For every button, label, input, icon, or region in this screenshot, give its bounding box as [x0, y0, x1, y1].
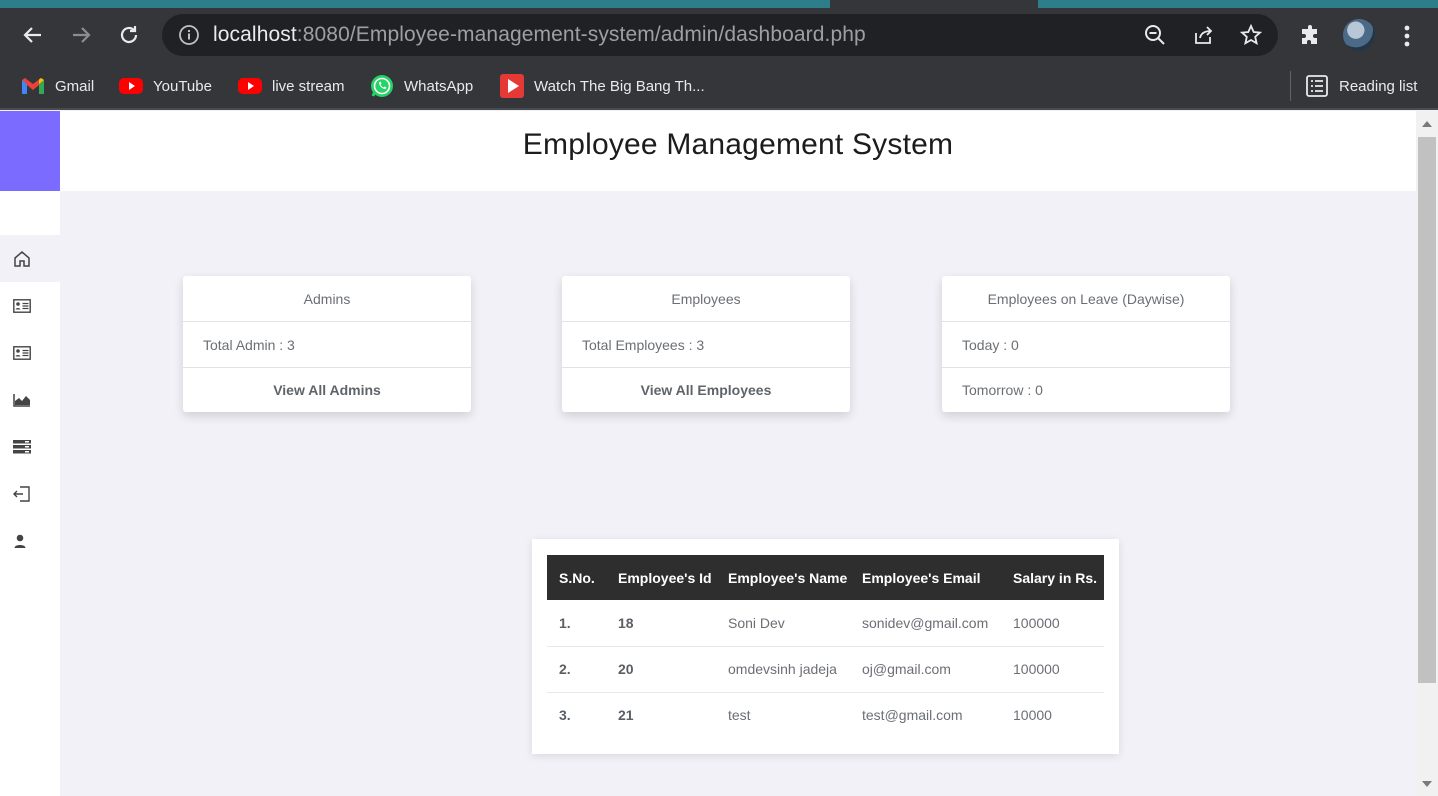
card-title: Admins [183, 276, 471, 322]
cell-id: 20 [606, 646, 716, 693]
employees-card: Employees Total Employees : 3 View All E… [562, 276, 850, 412]
column-header: Employee's Id [618, 569, 712, 586]
bookmark-live-stream[interactable]: live stream [238, 73, 345, 99]
card-stat-tomorrow: Tomorrow : 0 [962, 382, 1043, 398]
sidebar-item-employees[interactable] [0, 329, 60, 376]
arrow-left-icon [23, 27, 41, 43]
id-card-icon [13, 298, 31, 313]
page-header: Employee Management System [60, 111, 1416, 191]
table-header-row: S.No. Employee's Id Employee's Name Empl… [547, 555, 1104, 600]
sidebar-item-leaves[interactable] [0, 423, 60, 470]
browser-tab[interactable] [1038, 0, 1438, 8]
sidebar-item-reports[interactable] [0, 376, 60, 423]
url-text[interactable]: localhost:8080/Employee-management-syste… [213, 23, 866, 47]
leave-card: Employees on Leave (Daywise) Today : 0 T… [942, 276, 1230, 412]
reading-list-icon [1305, 75, 1329, 97]
reading-list-button[interactable]: Reading list [1305, 73, 1417, 99]
page: Employee Management System Admins Total … [0, 111, 1416, 796]
column-header: Salary in Rs. [1013, 569, 1098, 586]
zoom-icon[interactable] [1144, 24, 1166, 46]
sidebar-item-profile[interactable] [0, 517, 60, 564]
cell-sno: 3. [559, 707, 571, 724]
bookmarks-separator [1290, 71, 1291, 101]
column-header: Employee's Email [862, 569, 981, 586]
home-icon [14, 250, 30, 267]
table-row: 2. 20 omdevsinh jadeja oj@gmail.com 1000… [547, 646, 1104, 693]
bookmark-whatsapp[interactable]: WhatsApp [370, 73, 473, 99]
page-title: Employee Management System [522, 128, 954, 161]
info-icon[interactable] [178, 24, 200, 46]
gmail-icon [21, 76, 45, 96]
share-icon[interactable] [1192, 24, 1214, 46]
menu-button[interactable] [1392, 21, 1422, 51]
cell-id: 21 [618, 707, 634, 724]
card-stat: Total Employees : 3 [562, 322, 850, 368]
reload-icon [120, 26, 138, 44]
address-bar[interactable]: localhost:8080/Employee-management-syste… [162, 14, 1278, 56]
id-card-icon [13, 345, 31, 360]
cell-salary: 100000 [1001, 646, 1104, 693]
scroll-up-arrow[interactable] [1421, 119, 1433, 129]
table-row: 3. 21 test test@gmail.com 10000 [547, 692, 1104, 738]
scroll-thumb[interactable] [1418, 137, 1436, 683]
bookmark-gmail[interactable]: Gmail [21, 73, 94, 99]
cell-salary: 100000 [1001, 600, 1104, 647]
card-stat: Total Admin : 3 [183, 322, 471, 368]
more-vert-icon [1404, 25, 1410, 47]
reload-button[interactable] [114, 20, 144, 50]
play-icon [500, 74, 524, 98]
cell-name: Soni Dev [716, 600, 850, 647]
tab-strip [0, 0, 1438, 8]
scroll-down-arrow[interactable] [1421, 779, 1433, 789]
column-header: Employee's Name [728, 569, 848, 586]
table-row: 1. 18 Soni Dev sonidev@gmail.com 100000 [547, 600, 1104, 647]
bookmark-youtube[interactable]: YouTube [119, 73, 212, 99]
cell-name: omdevsinh jadeja [716, 646, 850, 693]
extensions-icon[interactable] [1296, 21, 1326, 51]
back-button[interactable] [18, 20, 48, 50]
cell-id: 18 [606, 600, 716, 647]
card-title: Employees [562, 276, 850, 322]
employee-table: S.No. Employee's Id Employee's Name Empl… [547, 555, 1104, 738]
cell-salary: 10000 [1013, 707, 1052, 724]
cell-email: oj@gmail.com [850, 646, 1001, 693]
brand-block [0, 111, 60, 191]
admins-card: Admins Total Admin : 3 View All Admins [183, 276, 471, 412]
bookmark-big-bang[interactable]: Watch The Big Bang Th... [500, 73, 705, 99]
cell-sno: 2. [547, 646, 606, 693]
profile-avatar[interactable] [1343, 19, 1375, 51]
cell-email: sonidev@gmail.com [850, 600, 1001, 647]
card-stat-today: Today : 0 [942, 322, 1230, 368]
area-chart-icon [13, 393, 30, 407]
star-icon[interactable] [1240, 24, 1262, 46]
browser-toolbar: localhost:8080/Employee-management-syste… [0, 8, 1438, 64]
sidebar-item-dashboard[interactable] [0, 235, 60, 282]
view-all-admins-link[interactable]: View All Admins [183, 368, 471, 412]
bookmarks-bar: Gmail YouTube live stream WhatsApp Watch… [0, 64, 1438, 110]
cell-name: test [728, 707, 751, 724]
cell-sno: 1. [547, 600, 606, 647]
youtube-icon [119, 76, 143, 96]
forward-button[interactable] [66, 20, 96, 50]
arrow-right-icon [73, 27, 91, 43]
sidebar-item-logout[interactable] [0, 470, 60, 517]
browser-tab-active[interactable] [830, 0, 1038, 8]
card-title: Employees on Leave (Daywise) [942, 276, 1230, 322]
employee-table-panel: S.No. Employee's Id Employee's Name Empl… [532, 539, 1119, 754]
server-icon [13, 439, 31, 453]
logout-icon [13, 485, 30, 502]
puzzle-icon [1302, 25, 1317, 44]
view-all-employees-link[interactable]: View All Employees [562, 368, 850, 412]
cell-email: test@gmail.com [862, 707, 963, 724]
user-icon [14, 534, 26, 548]
whatsapp-icon [370, 75, 394, 97]
youtube-icon [238, 76, 262, 96]
column-header: S.No. [559, 569, 595, 586]
sidebar [0, 111, 60, 796]
page-scrollbar[interactable] [1416, 111, 1438, 796]
sidebar-item-admins[interactable] [0, 282, 60, 329]
browser-tab[interactable] [0, 0, 830, 8]
